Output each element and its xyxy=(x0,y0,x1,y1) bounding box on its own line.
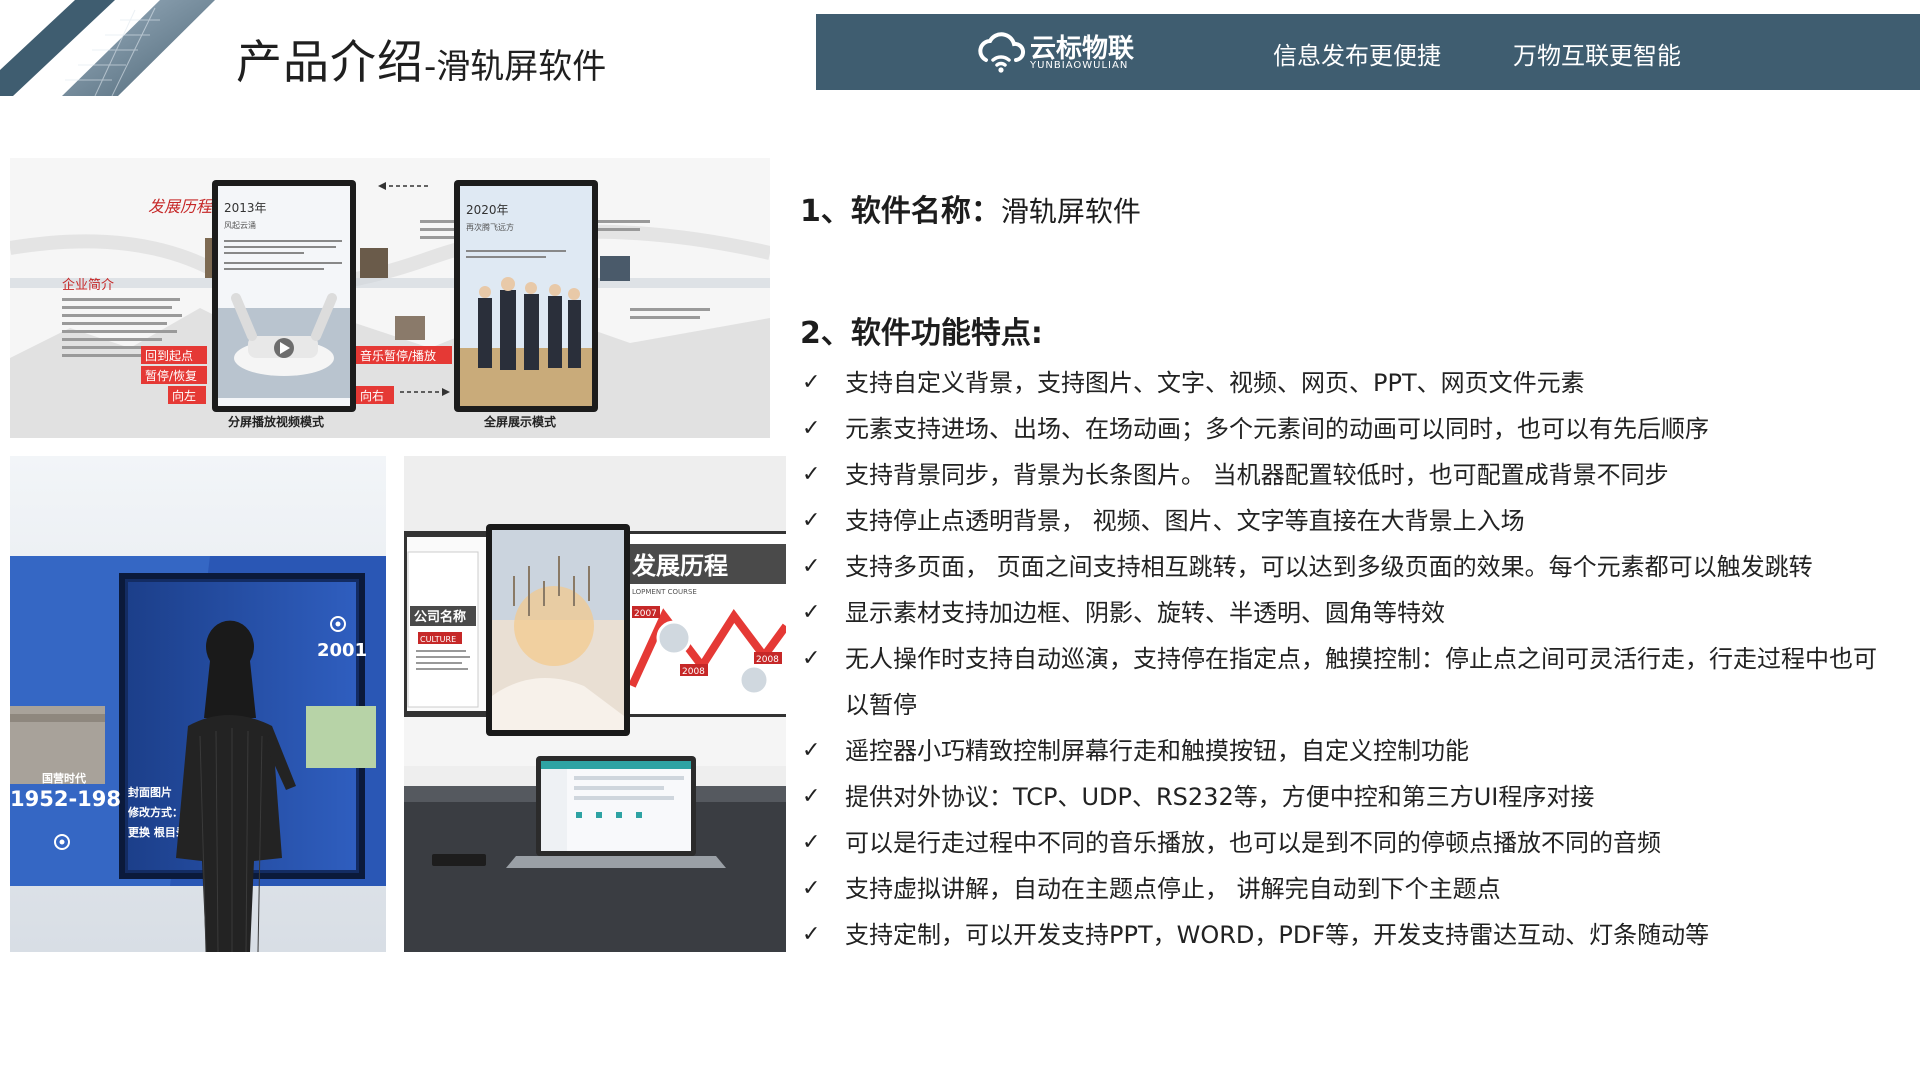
cloud-wifi-icon xyxy=(978,32,1026,73)
feature-text: 支持背景同步，背景为长条图片。 当机器配置较低时，也可配置成背景不同步 xyxy=(845,461,1669,489)
feature-item: ✓ 支持停止点透明背景， 视频、图片、文字等直接在大背景上入场 xyxy=(800,498,1900,544)
demo-btn-right: 向右 xyxy=(360,388,384,403)
feature-item: ✓ 支持自定义背景，支持图片、文字、视频、网页、PPT、网页文件元素 xyxy=(800,360,1900,406)
screen-era: 国营时代 xyxy=(42,771,86,785)
check-icon: ✓ xyxy=(802,600,821,625)
check-icon: ✓ xyxy=(802,646,821,671)
wall-year-c: 2008 xyxy=(756,655,779,665)
feature-item: ✓ 可以是行走过程中不同的音乐播放，也可以是到不同的停顿点播放不同的音频 xyxy=(800,820,1900,866)
feature-text: 可以是行走过程中不同的音乐播放，也可以是到不同的停顿点播放不同的音频 xyxy=(845,829,1661,857)
section-1-label: 1、软件名称： xyxy=(800,194,1001,229)
wall-dev-en-label: LOPMENT COURSE xyxy=(632,588,697,596)
check-icon: ✓ xyxy=(802,738,821,763)
intro-title: 企业简介 xyxy=(62,277,114,293)
calligraphy-text: 发展历程 xyxy=(148,197,214,216)
demo-btn-left: 向左 xyxy=(172,388,196,403)
caption-split-mode: 分屏播放视频模式 xyxy=(228,414,324,429)
feature-item: ✓ 元素支持进场、出场、在场动画；多个元素间的动画可以同时，也可以有先后顺序 xyxy=(800,406,1900,452)
right-screen-subtitle: 再次腾飞远方 xyxy=(466,222,514,232)
feature-item: ✓ 支持背景同步，背景为长条图片。 当机器配置较低时，也可配置成背景不同步 xyxy=(800,452,1900,498)
wall-company-label: 公司名称 xyxy=(414,609,466,625)
feature-item: ✓ 显示素材支持加边框、阴影、旋转、半透明、圆角等特效 xyxy=(800,590,1900,636)
feature-item: ✓ 支持定制，可以开发支持PPT，WORD，PDF等，开发支持雷达互动、灯条随动等 xyxy=(800,912,1900,958)
feature-text: 遥控器小巧精致控制屏幕行走和触摸按钮，自定义控制功能 xyxy=(845,737,1469,765)
check-icon: ✓ xyxy=(802,784,821,809)
exhibition-left-illustration: 2001 国营时代 1952-198 封面图片 修改方式： 更换 根目录 /in xyxy=(10,456,386,952)
caption-fullscreen-mode: 全屏展示模式 xyxy=(483,414,556,429)
feature-item: ✓ 支持虚拟讲解，自动在主题点停止， 讲解完自动到下个主题点 xyxy=(800,866,1900,912)
company-logo: 云标物联 YUNBIAOWULIAN xyxy=(976,26,1156,78)
wall-year-b: 2008 xyxy=(682,667,705,677)
exhibition-photo-right: 公司名称 CULTURE 发展历程 LOPMENT COURSE 2007 20… xyxy=(404,456,786,952)
logo-pinyin: YUNBIAOWULIAN xyxy=(1030,60,1129,71)
check-icon: ✓ xyxy=(802,370,821,395)
wall-dev-label: 发展历程 xyxy=(631,552,728,580)
check-icon: ✓ xyxy=(802,416,821,441)
slide-rail-demo-illustration: 发展历程 企业简介 2013年 风起云涌 2020年 再次腾飞远方 回到起点 暂… xyxy=(10,158,770,438)
section-features-heading: 2、软件功能特点: xyxy=(800,316,1043,351)
feature-text: 无人操作时支持自动巡演，支持停在指定点，触摸控制：停止点之间可灵活行走，行走过程… xyxy=(845,645,1877,719)
exhibition-photo-left: 2001 国营时代 1952-198 封面图片 修改方式： 更换 根目录 /in xyxy=(10,456,386,952)
check-icon: ✓ xyxy=(802,462,821,487)
software-name-value: 滑轨屏软件 xyxy=(1000,195,1141,228)
feature-text: 支持自定义背景，支持图片、文字、视频、网页、PPT、网页文件元素 xyxy=(845,369,1585,397)
page-title: 产品介绍-滑轨屏软件 xyxy=(236,26,606,92)
title-sub: -滑轨屏软件 xyxy=(424,47,607,87)
demo-btn-pause: 暂停/恢复 xyxy=(145,368,197,383)
demo-btn-start: 回到起点 xyxy=(145,349,193,363)
check-icon: ✓ xyxy=(802,830,821,855)
feature-text: 支持多页面， 页面之间支持相互跳转，可以达到多级页面的效果。每个元素都可以触发跳… xyxy=(845,553,1813,581)
feature-list: ✓ 支持自定义背景，支持图片、文字、视频、网页、PPT、网页文件元素 ✓ 元素支持进场… xyxy=(800,360,1900,958)
screen-label-cover: 封面图片 xyxy=(128,785,172,799)
left-screen-subtitle: 风起云涌 xyxy=(224,220,256,230)
feature-text: 元素支持进场、出场、在场动画；多个元素间的动画可以同时，也可以有先后顺序 xyxy=(845,415,1709,443)
feature-text: 提供对外协议：TCP、UDP、RS232等，方便中控和第三方UI程序对接 xyxy=(845,783,1595,811)
slogan-1: 信息发布更便捷 xyxy=(1273,42,1441,70)
screen-label-modify: 修改方式： xyxy=(127,805,183,819)
demo-btn-music: 音乐暂停/播放 xyxy=(360,348,436,363)
title-main: 产品介绍 xyxy=(236,35,424,89)
wall-year-a: 2007 xyxy=(634,609,657,619)
feature-text: 支持虚拟讲解，自动在主题点停止， 讲解完自动到下个主题点 xyxy=(845,875,1501,903)
feature-item: ✓ 提供对外协议：TCP、UDP、RS232等，方便中控和第三方UI程序对接 xyxy=(800,774,1900,820)
right-screen-year: 2020年 xyxy=(466,203,509,217)
feature-item: ✓ 支持多页面， 页面之间支持相互跳转，可以达到多级页面的效果。每个元素都可以触发… xyxy=(800,544,1900,590)
feature-text: 支持定制，可以开发支持PPT，WORD，PDF等，开发支持雷达互动、灯条随动等 xyxy=(845,921,1710,949)
section-software-name: 1、软件名称：滑轨屏软件 xyxy=(800,186,1141,230)
check-icon: ✓ xyxy=(802,876,821,901)
exhibition-right-illustration: 公司名称 CULTURE 发展历程 LOPMENT COURSE 2007 20… xyxy=(404,456,786,952)
screen-years: 1952-198 xyxy=(10,787,121,811)
corner-decoration xyxy=(0,0,215,96)
wall-culture-label: CULTURE xyxy=(420,635,456,644)
slogan-2: 万物互联更智能 xyxy=(1513,42,1681,70)
check-icon: ✓ xyxy=(802,922,821,947)
feature-text: 显示素材支持加边框、阴影、旋转、半透明、圆角等特效 xyxy=(845,599,1445,627)
screen-year: 2001 xyxy=(317,640,367,661)
feature-item: ✓ 遥控器小巧精致控制屏幕行走和触摸按钮，自定义控制功能 xyxy=(800,728,1900,774)
feature-text: 支持停止点透明背景， 视频、图片、文字等直接在大背景上入场 xyxy=(845,507,1525,535)
left-screen-year: 2013年 xyxy=(224,201,267,215)
header-banner: 云标物联 YUNBIAOWULIAN 信息发布更便捷 万物互联更智能 xyxy=(816,14,1920,90)
check-icon: ✓ xyxy=(802,554,821,579)
check-icon: ✓ xyxy=(802,508,821,533)
feature-item: ✓ 无人操作时支持自动巡演，支持停在指定点，触摸控制：停止点之间可灵活行走，行走过… xyxy=(800,636,1900,728)
slide-rail-demo-image: 发展历程 企业简介 2013年 风起云涌 2020年 再次腾飞远方 回到起点 暂… xyxy=(10,158,770,438)
